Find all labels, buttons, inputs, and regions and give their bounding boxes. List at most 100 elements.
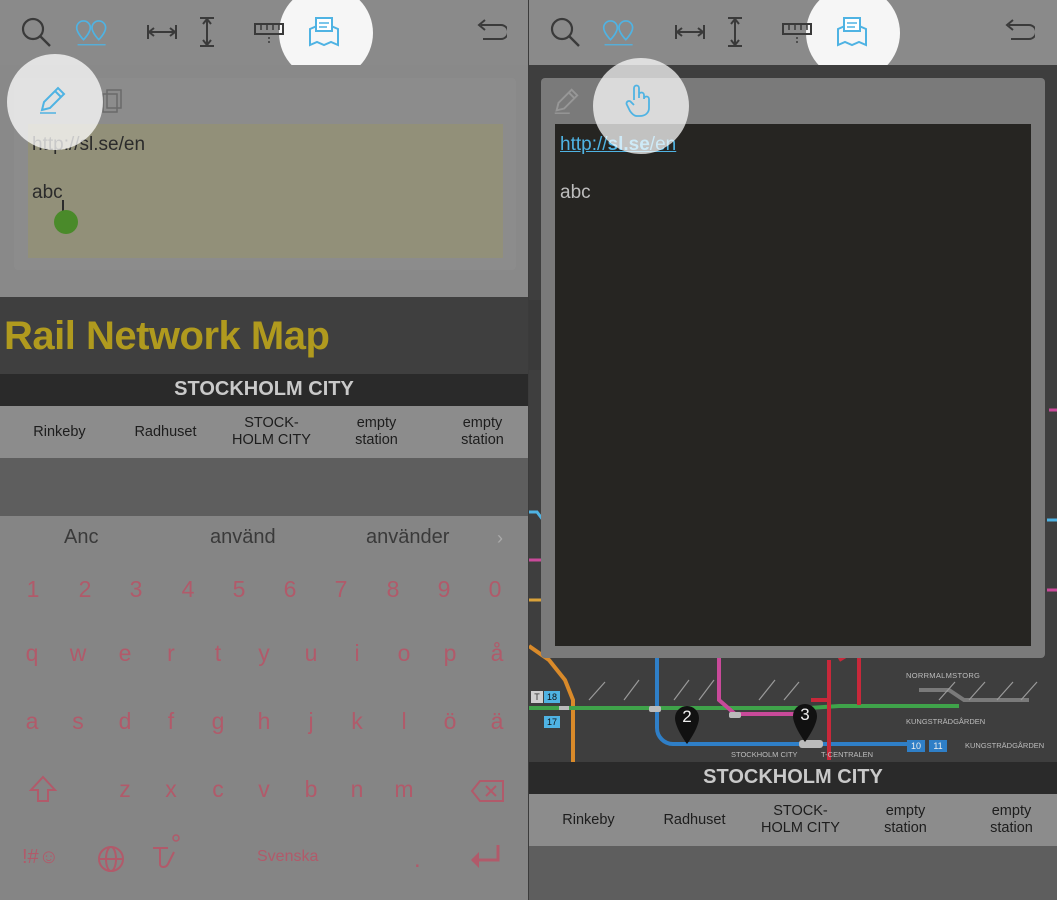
key[interactable]: l <box>384 708 424 735</box>
station-line1: Rinkeby <box>562 811 615 828</box>
key[interactable]: u <box>291 640 331 667</box>
station-item[interactable]: empty station <box>959 794 1057 846</box>
key[interactable]: e <box>105 640 145 667</box>
cursor-handle[interactable] <box>54 210 78 234</box>
station-item[interactable]: Radhuset <box>642 794 747 846</box>
key[interactable]: s <box>58 708 98 735</box>
key[interactable]: 3 <box>116 576 156 603</box>
space-key[interactable]: Svenska <box>257 848 318 866</box>
pins-icon[interactable] <box>74 14 110 50</box>
key[interactable]: i <box>337 640 377 667</box>
station-item[interactable]: STOCK- HOLM CITY <box>219 406 324 458</box>
horizontal-measure-icon[interactable] <box>144 14 180 50</box>
key[interactable]: 5 <box>219 576 259 603</box>
left-screen: http://sl.se/en abc Rail Network Map STO… <box>0 0 528 900</box>
pencil-icon[interactable] <box>551 86 581 116</box>
station-line2: station <box>461 432 504 448</box>
map-note-icon[interactable] <box>306 14 342 50</box>
station-item[interactable]: empty station <box>430 406 528 458</box>
suggestion-2[interactable]: använd <box>210 526 276 549</box>
toolbar <box>0 0 528 80</box>
key[interactable]: c <box>198 776 238 803</box>
key[interactable]: 8 <box>373 576 413 603</box>
ruler-icon[interactable] <box>251 14 287 50</box>
map-marker-2[interactable]: 2 <box>674 705 700 745</box>
key[interactable]: z <box>105 776 145 803</box>
stockholm-city-map-label: STOCKHOLM CITY <box>731 750 798 759</box>
vertical-measure-icon[interactable] <box>189 14 225 50</box>
hand-pointer-icon[interactable] <box>624 84 654 118</box>
current-station-header: STOCKHOLM CITY <box>529 762 1057 794</box>
search-icon[interactable] <box>18 14 54 50</box>
t-centralen-map-label: T-CENTRALEN <box>821 750 874 759</box>
key[interactable]: 6 <box>270 576 310 603</box>
station-line1: Radhuset <box>134 423 197 440</box>
station-item[interactable]: Rinkeby <box>7 406 112 458</box>
station-item[interactable]: empty station <box>853 794 958 846</box>
key[interactable]: 7 <box>321 576 361 603</box>
key[interactable]: k <box>337 708 377 735</box>
symbols-key[interactable]: !#☺ <box>22 846 59 869</box>
current-station-header: STOCKHOLM CITY <box>0 374 528 406</box>
copy-icon[interactable] <box>101 88 123 114</box>
station-line2: HOLM CITY <box>761 820 840 836</box>
station-line1: empty <box>991 803 1032 819</box>
key[interactable]: 0 <box>475 576 515 603</box>
key[interactable]: t <box>198 640 238 667</box>
map-title: Rail Network Map <box>4 314 330 358</box>
station-item[interactable]: empty station <box>324 406 429 458</box>
key[interactable]: y <box>244 640 284 667</box>
key[interactable]: 4 <box>168 576 208 603</box>
map-marker-3[interactable]: 3 <box>792 703 818 743</box>
key[interactable]: å <box>477 640 517 667</box>
key[interactable]: a <box>12 708 52 735</box>
marker-number: 2 <box>682 707 692 726</box>
suggestion-3[interactable]: använder <box>366 526 449 549</box>
key[interactable]: o <box>384 640 424 667</box>
station-line1: STOCK- <box>773 803 828 819</box>
right-screen: T 18 17 10 11 NORRMALMSTORG KUNGSTRÄDGÅR… <box>529 0 1057 900</box>
enter-icon[interactable] <box>466 842 502 872</box>
key[interactable]: r <box>151 640 191 667</box>
key[interactable]: g <box>198 708 238 735</box>
station-item[interactable]: STOCK- HOLM CITY <box>748 794 853 846</box>
chevron-right-icon[interactable]: › <box>497 528 503 549</box>
key[interactable]: x <box>151 776 191 803</box>
handwriting-icon[interactable] <box>148 834 182 874</box>
key[interactable]: 9 <box>424 576 464 603</box>
note-view-area: http://sl.se/en abc <box>555 124 1031 646</box>
key[interactable]: j <box>291 708 331 735</box>
key[interactable]: d <box>105 708 145 735</box>
line-badge-t: T <box>531 691 543 703</box>
station-item[interactable]: Radhuset <box>113 406 218 458</box>
key[interactable]: n <box>337 776 377 803</box>
norrmalmstorg-label: NORRMALMSTORG <box>906 671 981 680</box>
backspace-icon[interactable] <box>470 778 506 804</box>
station-item[interactable]: Rinkeby <box>536 794 641 846</box>
station-list: Rinkeby Radhuset STOCK- HOLM CITY empty st… <box>529 794 1057 846</box>
key[interactable]: p <box>430 640 470 667</box>
map-dim-area <box>529 846 1057 900</box>
pencil-icon[interactable] <box>36 84 68 116</box>
key[interactable]: 2 <box>65 576 105 603</box>
key[interactable]: q <box>12 640 52 667</box>
key[interactable]: ö <box>430 708 470 735</box>
key[interactable]: ä <box>477 708 517 735</box>
note-text-area[interactable]: http://sl.se/en abc <box>28 124 503 258</box>
key[interactable]: v <box>244 776 284 803</box>
key[interactable]: h <box>244 708 284 735</box>
station-line2: station <box>990 820 1033 836</box>
shift-icon[interactable] <box>28 774 58 804</box>
station-line1: STOCK- <box>244 415 299 431</box>
station-line2: HOLM CITY <box>232 432 311 448</box>
period-key[interactable]: . <box>414 846 421 874</box>
undo-icon[interactable] <box>472 14 508 50</box>
globe-icon[interactable] <box>96 844 126 874</box>
key[interactable]: w <box>58 640 98 667</box>
station-line2: station <box>884 820 927 836</box>
key[interactable]: 1 <box>13 576 53 603</box>
key[interactable]: m <box>384 776 424 803</box>
key[interactable]: b <box>291 776 331 803</box>
key[interactable]: f <box>151 708 191 735</box>
suggestion-1[interactable]: Anc <box>64 526 98 549</box>
